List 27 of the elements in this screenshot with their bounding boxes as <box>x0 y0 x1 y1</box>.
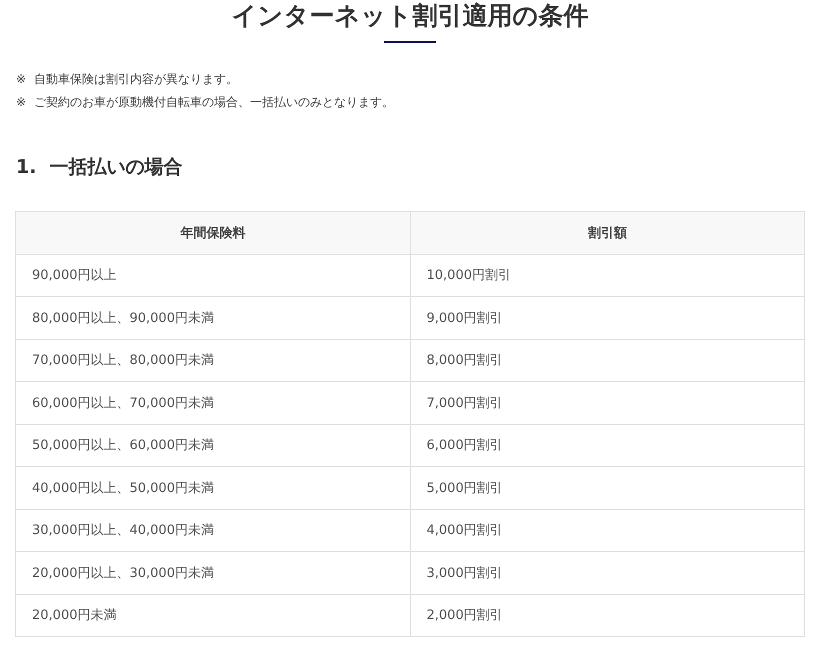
table-cell: 70,000円以上、80,000円未満 <box>16 339 410 382</box>
table-cell: 90,000円以上 <box>16 254 410 296</box>
note-mark: ※ <box>16 94 26 111</box>
table-cell: 80,000円以上、90,000円未満 <box>16 296 410 339</box>
note-text: 自動車保険は割引内容が異なります。 <box>34 71 238 88</box>
column-header: 年間保険料 <box>16 212 410 254</box>
table-cell: 6,000円割引 <box>410 424 804 466</box>
table-cell: 2,000円割引 <box>410 594 804 636</box>
note-text: ご契約のお車が原動機付自転車の場合、一括払いのみとなります。 <box>34 94 394 111</box>
table-cell: 20,000円未満 <box>16 594 410 636</box>
table-cell: 8,000円割引 <box>410 339 804 382</box>
column-header: 割引額 <box>410 212 804 254</box>
table-cell: 20,000円以上、30,000円未満 <box>16 552 410 594</box>
title-underline <box>384 41 436 43</box>
table-cell: 9,000円割引 <box>410 296 804 339</box>
table-cell: 10,000円割引 <box>410 254 804 296</box>
table-cell: 60,000円以上、70,000円未満 <box>16 382 410 424</box>
table-cell: 40,000円以上、50,000円未満 <box>16 466 410 509</box>
table-cell: 5,000円割引 <box>410 466 804 509</box>
table-cell: 4,000円割引 <box>410 509 804 552</box>
note-mark: ※ <box>16 71 26 88</box>
table-cell: 3,000円割引 <box>410 552 804 594</box>
table-cell: 7,000円割引 <box>410 382 804 424</box>
table-cell: 50,000円以上、60,000円未満 <box>16 424 410 466</box>
page-title: インターネット割引適用の条件 <box>232 0 588 32</box>
section-heading: 1. 一括払いの場合 <box>16 155 183 180</box>
table-cell: 30,000円以上、40,000円未満 <box>16 509 410 552</box>
